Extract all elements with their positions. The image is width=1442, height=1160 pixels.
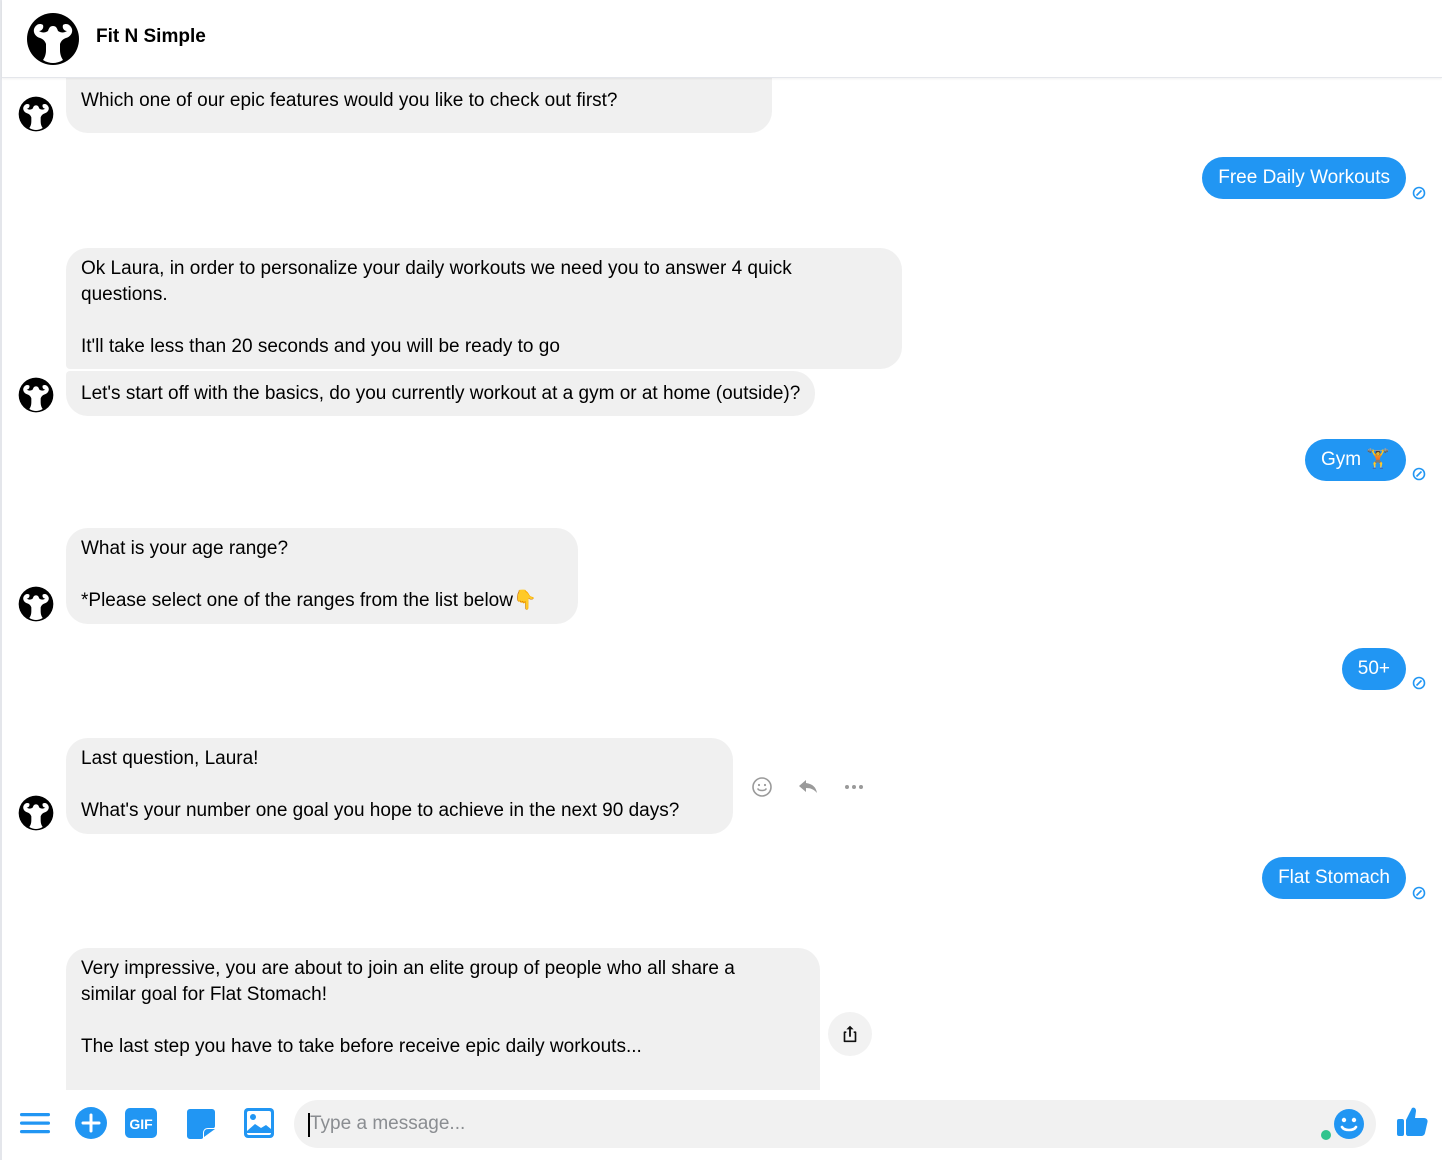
user-message: Free Daily Workouts [1202,157,1406,199]
user-message: 50+ [1341,648,1406,690]
menu-icon[interactable] [18,1106,52,1140]
message-list[interactable]: Which one of our epic features would you… [2,78,1442,1090]
bot-message: What is your age range? *Please select o… [66,528,578,624]
text-cursor [308,1113,310,1137]
seen-check-icon [1412,467,1426,481]
user-message: Flat Stomach [1262,857,1406,899]
bodybuilder-logo-icon [27,13,79,65]
bot-avatar [18,377,54,413]
chat-header: Fit N Simple [2,0,1442,78]
page-title: Fit N Simple [96,26,206,47]
bot-avatar [18,795,54,831]
seen-check-icon [1412,676,1426,690]
like-icon[interactable] [1396,1104,1430,1138]
gif-icon[interactable]: GIF [124,1106,158,1140]
photo-icon[interactable] [242,1106,276,1140]
bot-message: Very impressive, you are about to join a… [66,948,820,1090]
reply-icon[interactable] [796,775,820,799]
bot-message: Let's start off with the basics, do you … [66,371,816,416]
react-icon[interactable] [750,775,774,799]
add-icon[interactable] [74,1106,108,1140]
bot-message: Ok Laura, in order to personalize your d… [66,248,902,369]
emoji-icon[interactable] [1332,1107,1366,1141]
more-icon[interactable] [842,775,866,799]
bot-avatar [18,586,54,622]
sticker-icon[interactable] [184,1106,218,1140]
share-button[interactable] [828,1012,872,1056]
seen-check-icon [1412,186,1426,200]
message-actions [750,775,866,799]
seen-check-icon [1412,886,1426,900]
share-icon [843,1025,857,1043]
composer-bar: GIF [2,1090,1442,1160]
message-input[interactable] [294,1100,1376,1148]
bot-avatar [18,96,54,132]
svg-text:GIF: GIF [129,1116,153,1132]
user-message: Gym 🏋 [1304,439,1406,481]
bot-message: Which one of our epic features would you… [66,78,772,133]
bot-message: Last question, Laura! What's your number… [66,738,733,834]
online-dot [1321,1130,1331,1140]
